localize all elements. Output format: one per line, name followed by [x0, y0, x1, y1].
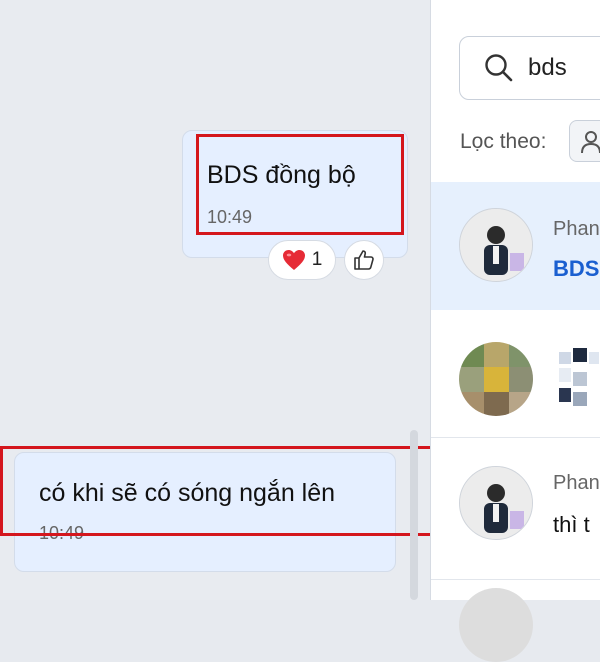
result-snippet: BDS — [553, 256, 600, 281]
reaction-count: 1 — [311, 249, 323, 270]
scrollbar[interactable] — [410, 430, 418, 600]
search-result-item[interactable] — [431, 320, 600, 438]
search-result-item[interactable]: Phan BDS — [431, 182, 600, 310]
chat-area: BDS đồng bộ 10:49 1 có khi sẽ có sóng ng… — [0, 0, 447, 600]
search-sidebar: Lọc theo: Phan BDS — [431, 0, 600, 662]
heart-icon — [282, 250, 305, 270]
search-icon — [485, 54, 513, 82]
avatar — [459, 208, 533, 282]
thumbs-up-icon — [354, 250, 374, 270]
filter-button[interactable] — [569, 120, 600, 162]
search-input[interactable] — [528, 53, 600, 83]
reaction-pill[interactable]: 1 — [268, 240, 336, 280]
result-name: Phan — [553, 472, 600, 494]
avatar — [459, 588, 533, 662]
avatar — [459, 466, 533, 540]
person-icon — [581, 131, 600, 154]
avatar — [459, 342, 533, 416]
result-snippet: thì t — [553, 512, 590, 537]
search-result-item[interactable] — [431, 586, 600, 662]
highlight-box — [196, 134, 404, 235]
blurred-text — [559, 348, 599, 406]
filter-label: Lọc theo: — [460, 130, 547, 153]
search-box[interactable] — [459, 36, 600, 100]
result-name: Phan — [553, 218, 600, 240]
highlight-box — [0, 446, 447, 536]
search-result-item[interactable]: Phan thì t — [431, 440, 600, 580]
like-button[interactable] — [344, 240, 384, 280]
